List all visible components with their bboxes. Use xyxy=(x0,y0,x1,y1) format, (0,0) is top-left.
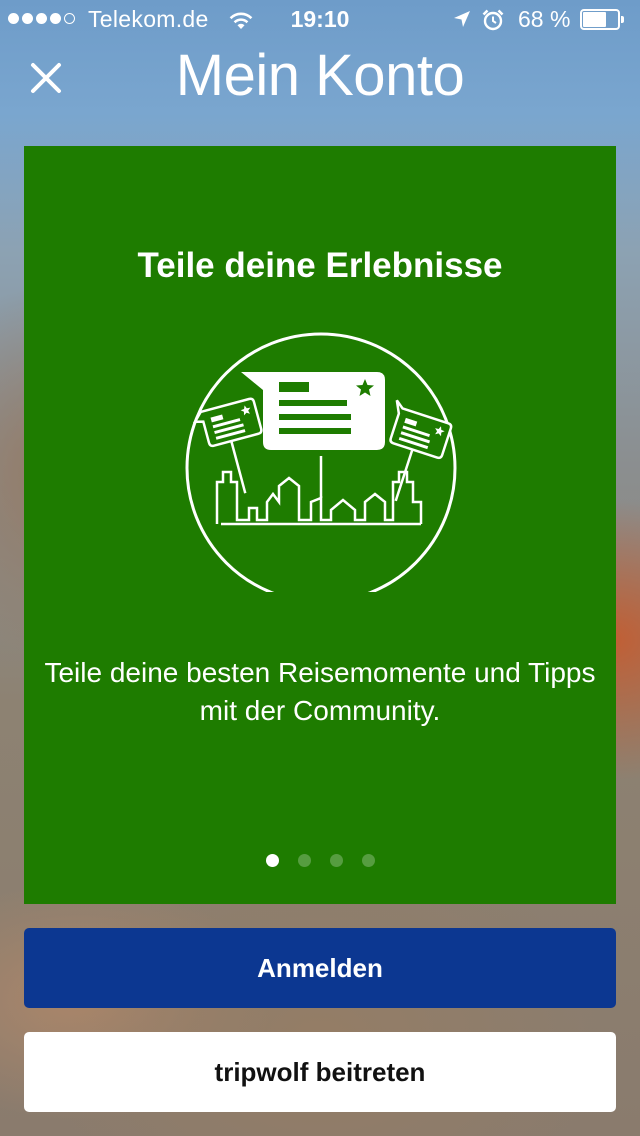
status-bar: Telekom.de 19:10 68 % xyxy=(0,0,640,40)
page-dot[interactable] xyxy=(297,854,311,867)
page-indicator[interactable] xyxy=(24,854,616,867)
card-title: Teile deine Erlebnisse xyxy=(137,246,503,285)
page-dot[interactable] xyxy=(265,854,279,867)
card-description: Teile deine besten Reisemomente und Tipp… xyxy=(44,657,596,726)
onboarding-card[interactable]: Teile deine Erlebnisse Teile deine beste… xyxy=(24,146,616,904)
page-dot[interactable] xyxy=(361,854,375,867)
login-button[interactable]: Anmelden xyxy=(24,928,616,1008)
location-arrow-icon xyxy=(454,11,470,27)
page-dot[interactable] xyxy=(329,854,343,867)
city-share-icon xyxy=(185,332,457,592)
alarm-clock-icon xyxy=(482,9,504,31)
battery-icon xyxy=(580,9,624,30)
battery-percent: 68 % xyxy=(518,6,571,32)
page-title: Mein Konto xyxy=(175,43,465,108)
join-tripwolf-button[interactable]: tripwolf beitreten xyxy=(24,1032,616,1112)
